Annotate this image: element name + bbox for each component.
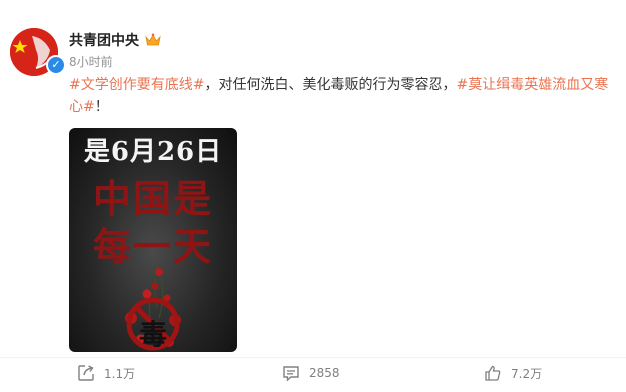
thumbs-up-icon xyxy=(485,365,501,381)
action-bar-divider xyxy=(0,357,626,358)
author-name[interactable]: 共青团中央 xyxy=(69,30,161,50)
post-time[interactable]: 8小时前 xyxy=(69,53,113,70)
post-text-tail: ！ xyxy=(94,99,109,115)
crown-icon xyxy=(145,33,161,46)
repost-button[interactable]: 1.1万 xyxy=(77,362,135,384)
poster-line-2: 中国是 xyxy=(92,176,213,221)
poster-stamp-text: 毒 xyxy=(139,318,168,351)
repost-icon xyxy=(78,365,94,381)
like-count: 7.2万 xyxy=(511,366,543,381)
comment-icon xyxy=(283,366,299,382)
post-image[interactable]: 是6月26日 中国是 每一天 毒 xyxy=(69,128,237,352)
repost-count: 1.1万 xyxy=(104,366,136,381)
topic-link-1[interactable]: #文学创作要有底线# xyxy=(69,77,204,93)
like-button[interactable]: 7.2万 xyxy=(484,362,542,384)
poster-line-1: 是6月26日 xyxy=(83,137,223,167)
author-name-text[interactable]: 共青团中央 xyxy=(69,30,139,50)
comment-count: 2858 xyxy=(309,366,340,380)
verified-badge-icon: ✓ xyxy=(46,55,66,75)
post-content: #文学创作要有底线#，对任何洗白、美化毒贩的行为零容忍，#莫让缉毒英雄流血又寒心… xyxy=(69,74,609,118)
post-text: ，对任何洗白、美化毒贩的行为零容忍， xyxy=(204,77,457,93)
comment-button[interactable]: 2858 xyxy=(282,362,340,384)
